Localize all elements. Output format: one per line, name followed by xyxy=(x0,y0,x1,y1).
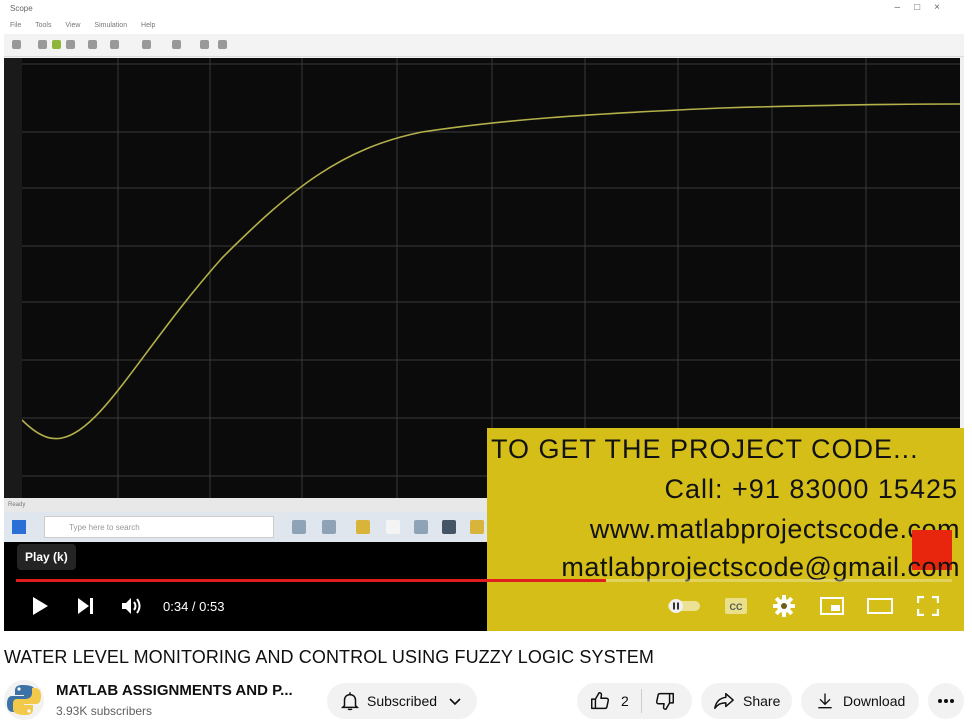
taskbar-app-icon xyxy=(442,520,456,534)
menu-item: Help xyxy=(141,22,156,29)
miniplayer-button[interactable] xyxy=(818,592,846,620)
window-controls-icon: –□× xyxy=(894,2,954,13)
menu-item: Simulation xyxy=(94,22,128,29)
toolbar-icon xyxy=(52,40,61,49)
subscribed-button[interactable]: Subscribed xyxy=(327,683,477,719)
progress-played xyxy=(16,579,606,582)
svg-text:CC: CC xyxy=(730,602,743,612)
theater-button[interactable] xyxy=(866,592,894,620)
more-actions-button[interactable] xyxy=(928,683,964,719)
toolbar-icon xyxy=(66,40,75,49)
theater-icon xyxy=(867,598,893,614)
scope-window-title: Scope xyxy=(4,0,964,18)
toolbar-icon xyxy=(12,40,21,49)
dislike-icon xyxy=(655,692,674,710)
captions-icon: CC xyxy=(725,598,747,614)
download-icon xyxy=(818,693,832,709)
menu-item: File xyxy=(10,22,22,29)
time-display: 0:34 / 0:53 xyxy=(163,599,225,614)
volume-icon xyxy=(122,598,141,614)
taskbar-app-icon xyxy=(292,520,306,534)
toolbar-icon xyxy=(172,40,181,49)
video-title: WATER LEVEL MONITORING AND CONTROL USING… xyxy=(4,647,654,667)
autoplay-toggle[interactable] xyxy=(666,592,702,620)
miniplayer-icon xyxy=(820,597,844,615)
play-icon xyxy=(33,597,48,615)
like-dislike-group: 2 xyxy=(577,683,692,719)
promo-phone: Call: +91 83000 15425 xyxy=(664,474,958,504)
promo-headline: TO GET THE PROJECT CODE... xyxy=(491,434,919,464)
next-icon xyxy=(78,598,93,614)
menu-item: View xyxy=(65,22,81,29)
promo-website: www.matlabprojectscode.com xyxy=(589,514,960,544)
share-label: Share xyxy=(743,693,781,709)
share-button[interactable]: Share xyxy=(701,683,792,719)
taskbar-app-icon xyxy=(414,520,428,534)
more-icon xyxy=(938,699,954,703)
toolbar-icon xyxy=(88,40,97,49)
share-icon xyxy=(714,692,734,710)
windows-start-icon xyxy=(12,520,26,534)
autoplay-toggle-icon xyxy=(668,599,700,613)
chevron-down-icon xyxy=(449,698,461,706)
scope-toolbar xyxy=(4,34,964,57)
taskbar-search: Type here to search xyxy=(44,516,274,538)
subscriber-count: 3.93K subscribers xyxy=(56,704,153,718)
like-divider xyxy=(640,689,642,713)
captions-button[interactable]: CC xyxy=(722,592,750,620)
like-count: 2 xyxy=(621,693,629,709)
channel-avatar[interactable] xyxy=(4,680,44,720)
toolbar-icon xyxy=(200,40,209,49)
toolbar-icon xyxy=(142,40,151,49)
play-tooltip: Play (k) xyxy=(17,544,76,570)
settings-button[interactable] xyxy=(770,592,798,620)
video-player[interactable]: Scope –□× File Tools View Simulation Hel… xyxy=(4,0,964,631)
toolbar-icon xyxy=(218,40,227,49)
taskbar-app-icon xyxy=(356,520,370,534)
download-label: Download xyxy=(843,693,906,709)
scope-menubar: File Tools View Simulation Help xyxy=(4,18,964,34)
taskbar-app-icon xyxy=(470,520,484,534)
progress-bar[interactable] xyxy=(16,579,952,582)
like-icon xyxy=(591,692,610,710)
mute-button[interactable] xyxy=(118,592,146,620)
menu-item: Tools xyxy=(35,22,52,29)
bell-icon xyxy=(340,692,360,711)
fullscreen-icon xyxy=(917,596,939,616)
download-button[interactable]: Download xyxy=(801,683,919,719)
next-button[interactable] xyxy=(72,592,100,620)
fullscreen-button[interactable] xyxy=(914,592,942,620)
like-button[interactable]: 2 xyxy=(589,683,629,719)
taskbar-app-icon xyxy=(386,520,400,534)
toolbar-icon xyxy=(38,40,47,49)
settings-icon xyxy=(773,595,795,617)
toolbar-icon xyxy=(110,40,119,49)
dislike-button[interactable] xyxy=(654,683,676,719)
play-button[interactable] xyxy=(26,592,54,620)
python-logo-icon xyxy=(7,685,41,715)
subscribed-label: Subscribed xyxy=(367,693,438,709)
taskbar-app-icon xyxy=(322,520,336,534)
channel-name[interactable]: MATLAB ASSIGNMENTS AND P... xyxy=(56,682,293,699)
